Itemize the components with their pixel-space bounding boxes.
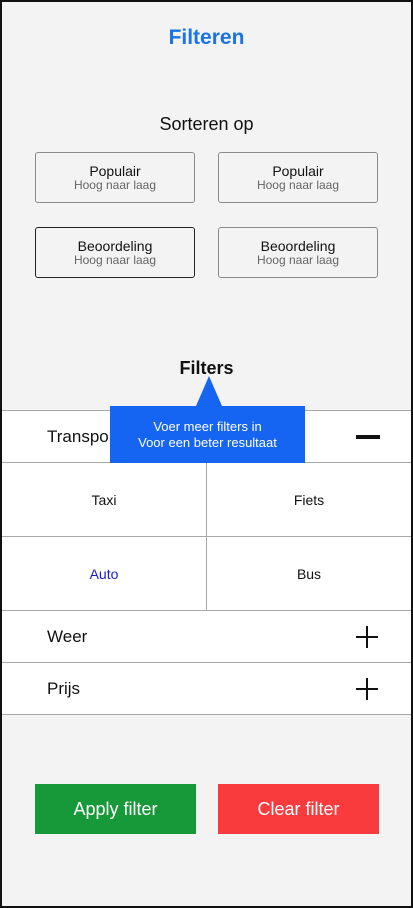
sort-option-sublabel: Hoog naar laag <box>256 177 340 192</box>
sort-option-rating-1[interactable]: Beoordeling Hoog naar laag <box>35 227 195 278</box>
filter-row-price[interactable]: Prijs <box>2 662 411 714</box>
hint-tooltip: Voer meer filters in Voor een beter resu… <box>110 406 305 463</box>
sort-option-label: Populair <box>272 162 324 179</box>
transport-option-bus[interactable]: Bus <box>207 537 411 610</box>
page-title: Filteren <box>168 26 245 49</box>
transport-option-auto[interactable]: Auto <box>2 537 207 610</box>
sort-option-rating-2[interactable]: Beoordeling Hoog naar laag <box>218 227 378 278</box>
filter-screen: Filteren Sorteren op Populair Hoog naar … <box>0 0 413 908</box>
divider <box>2 714 411 715</box>
filter-row-label: Transport <box>47 426 120 446</box>
sort-option-sublabel: Hoog naar laag <box>73 252 157 267</box>
filter-row-weather[interactable]: Weer <box>2 610 411 662</box>
sort-option-popular-1[interactable]: Populair Hoog naar laag <box>35 152 195 203</box>
transport-options-row: Taxi Fiets <box>2 462 411 536</box>
tooltip-line: Voor een beter resultaat <box>138 434 277 450</box>
filter-row-label: Weer <box>47 626 88 646</box>
transport-options-row: Auto Bus <box>2 536 411 610</box>
tooltip-arrow <box>196 376 222 406</box>
sort-option-label: Beoordeling <box>77 237 153 254</box>
clear-filter-button[interactable]: Clear filter <box>218 784 379 834</box>
plus-icon[interactable] <box>356 625 378 648</box>
apply-filter-button[interactable]: Apply filter <box>35 784 196 834</box>
tooltip-line: Voer meer filters in <box>153 418 262 434</box>
plus-icon[interactable] <box>356 677 378 700</box>
transport-option-taxi[interactable]: Taxi <box>2 463 207 536</box>
sort-section-title: Sorteren op <box>159 114 254 134</box>
sort-option-popular-2[interactable]: Populair Hoog naar laag <box>218 152 378 203</box>
minus-icon[interactable] <box>356 426 380 448</box>
sort-option-sublabel: Hoog naar laag <box>73 177 157 192</box>
sort-option-label: Beoordeling <box>260 237 336 254</box>
sort-option-label: Populair <box>89 162 141 179</box>
filter-row-label: Prijs <box>47 678 81 698</box>
transport-option-fiets[interactable]: Fiets <box>207 463 411 536</box>
sort-option-sublabel: Hoog naar laag <box>256 252 340 267</box>
